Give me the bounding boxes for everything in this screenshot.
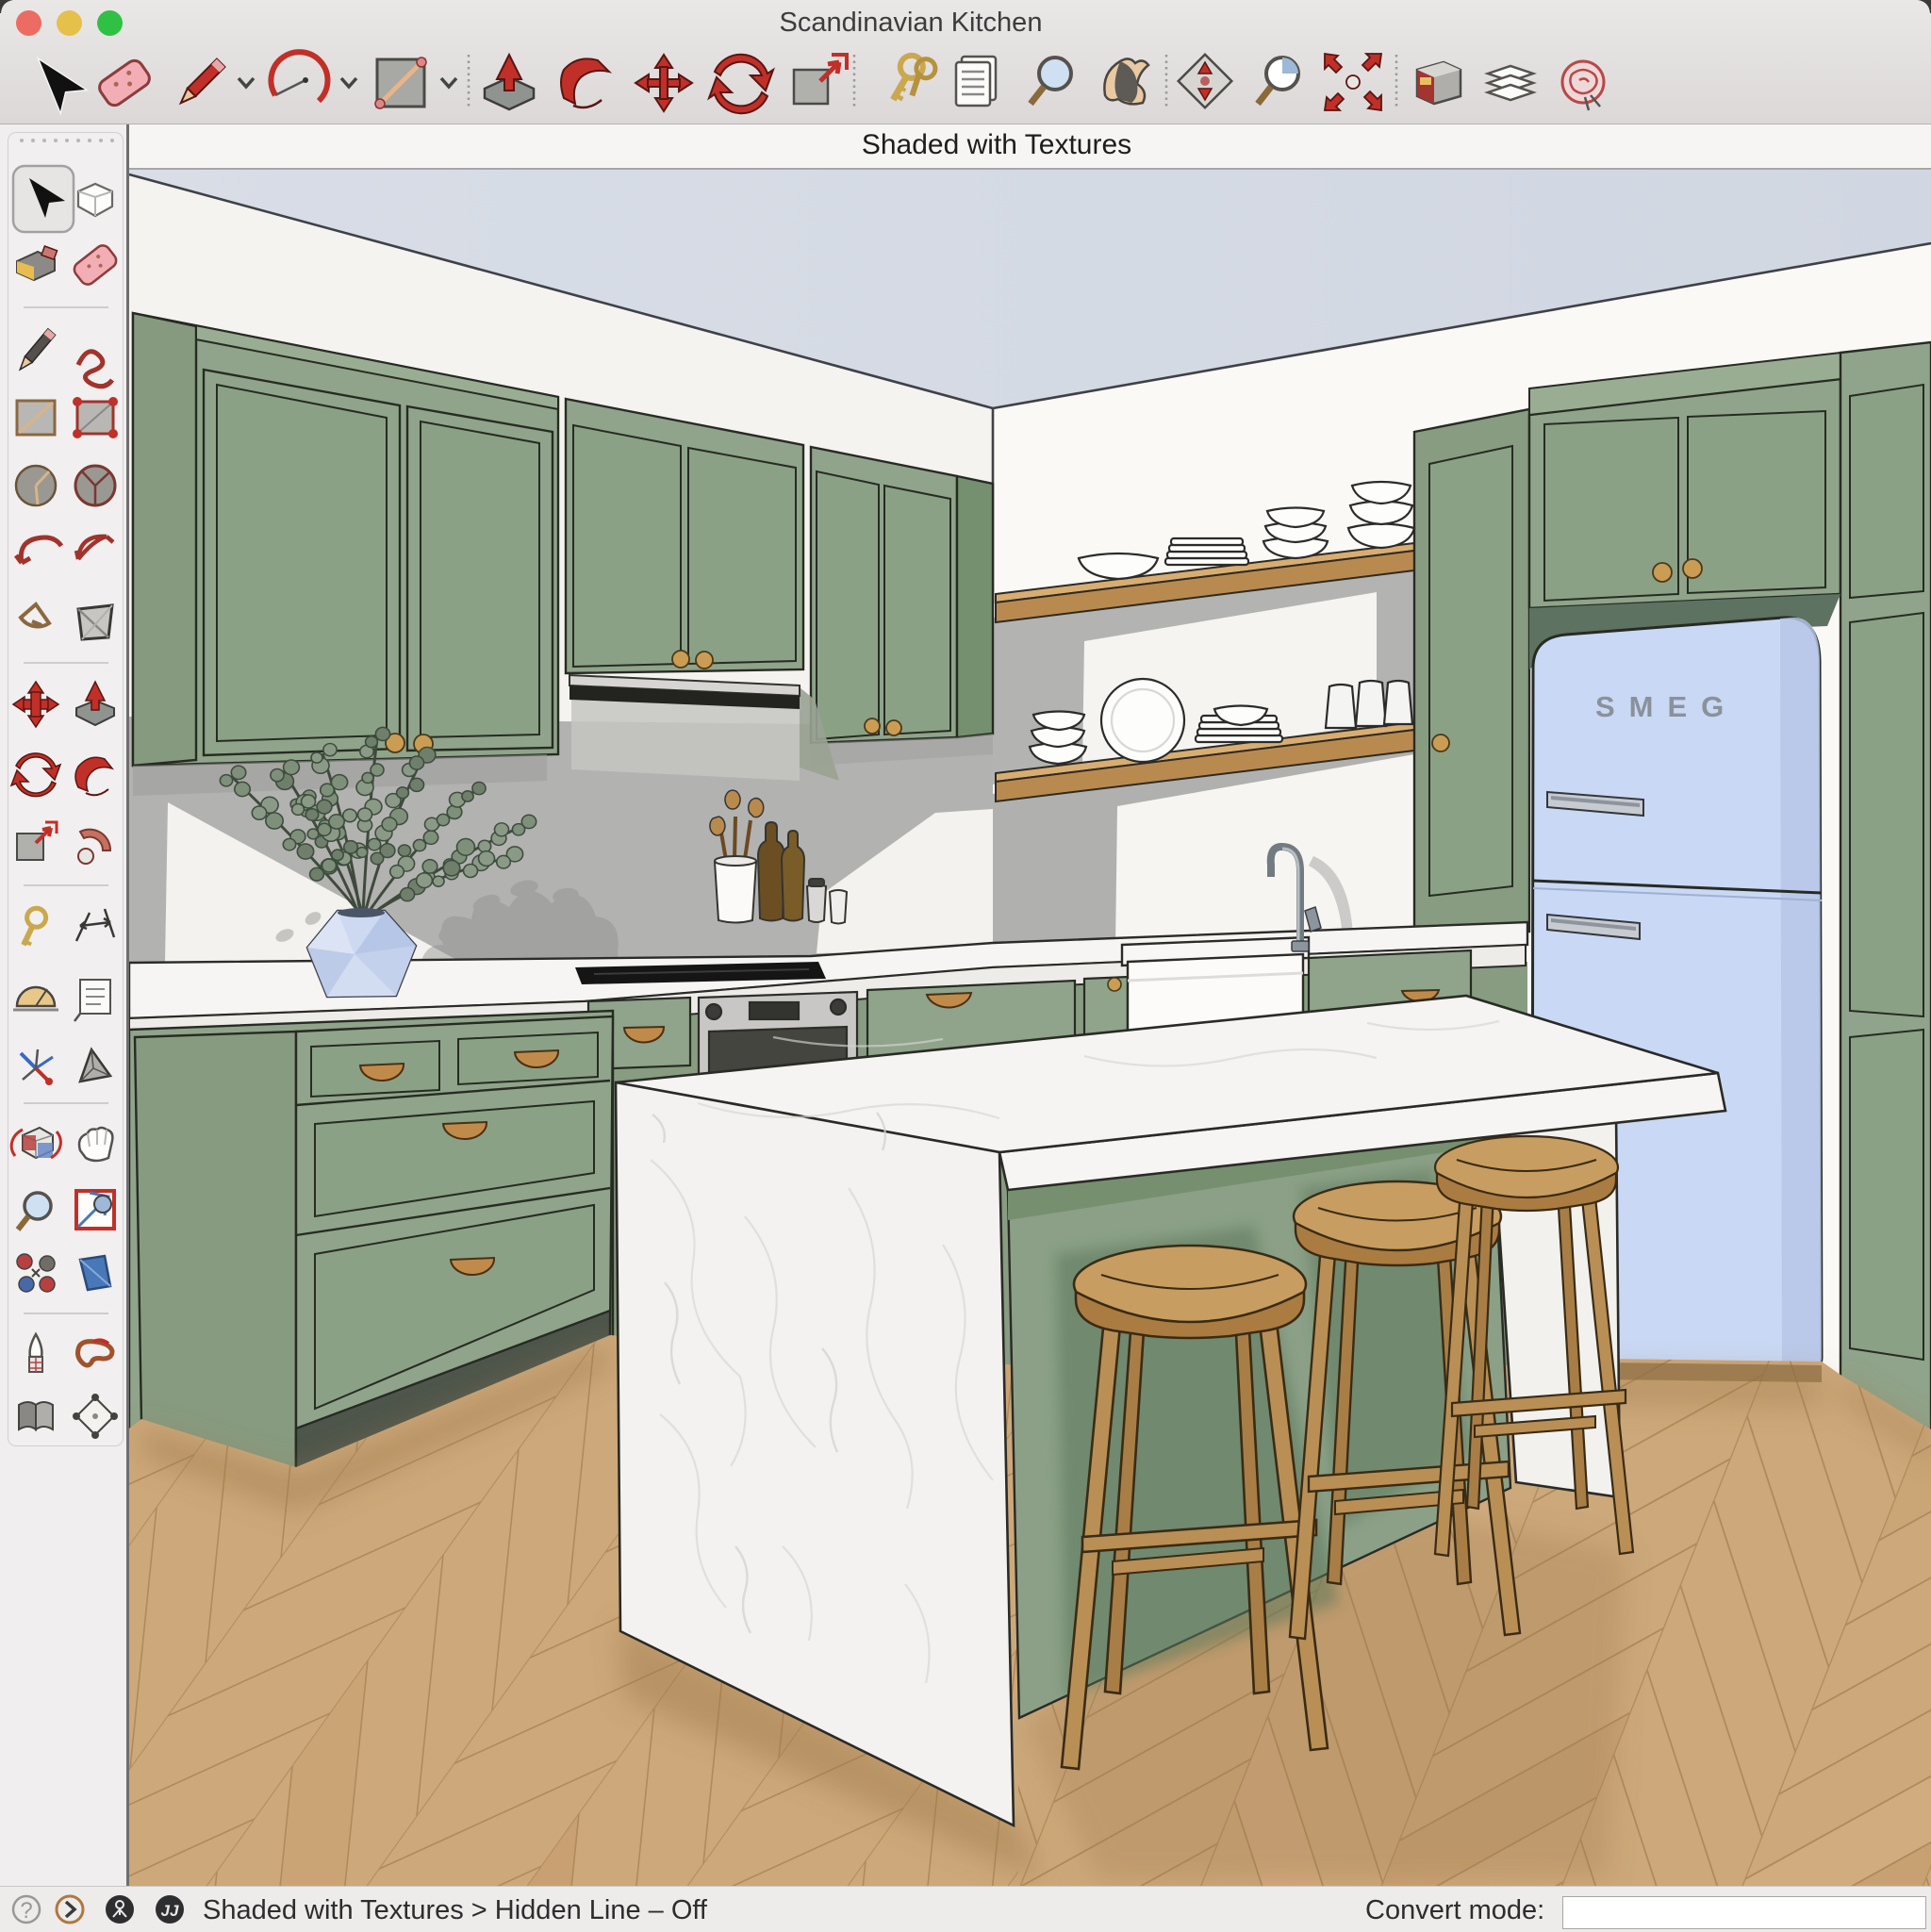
svg-text:JJ: JJ: [161, 1902, 179, 1920]
svg-text:?: ?: [20, 1898, 32, 1924]
svg-text:SMEG: SMEG: [1595, 690, 1738, 723]
